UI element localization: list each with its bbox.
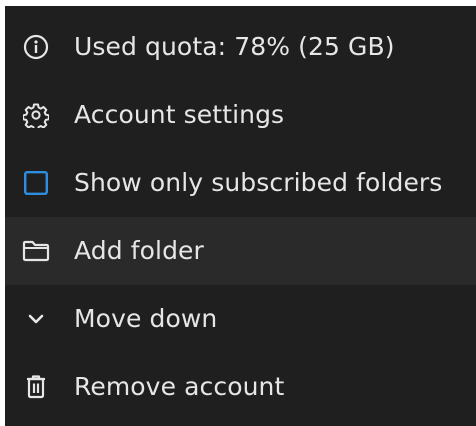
menu-item-used-quota: Used quota: 78% (25 GB) bbox=[5, 13, 476, 81]
menu-item-label: Show only subscribed folders bbox=[74, 168, 443, 197]
menu-item-add-folder[interactable]: Add folder bbox=[5, 217, 476, 285]
folder-icon bbox=[22, 237, 50, 265]
gear-icon bbox=[22, 101, 50, 129]
account-context-menu: Used quota: 78% (25 GB) Account settings… bbox=[5, 6, 476, 426]
menu-item-label: Account settings bbox=[74, 100, 285, 129]
menu-item-label: Move down bbox=[74, 304, 218, 333]
menu-item-label: Remove account bbox=[74, 372, 285, 401]
menu-item-label: Used quota: 78% (25 GB) bbox=[74, 32, 395, 61]
menu-item-move-down[interactable]: Move down bbox=[5, 285, 476, 353]
info-icon bbox=[22, 33, 50, 61]
chevron-down-icon bbox=[22, 305, 50, 333]
menu-item-remove-account[interactable]: Remove account bbox=[5, 353, 476, 421]
trash-icon bbox=[22, 373, 50, 401]
menu-item-account-settings[interactable]: Account settings bbox=[5, 81, 476, 149]
checkbox-icon[interactable] bbox=[22, 169, 50, 197]
menu-item-show-subscribed[interactable]: Show only subscribed folders bbox=[5, 149, 476, 217]
menu-item-label: Add folder bbox=[74, 236, 204, 265]
